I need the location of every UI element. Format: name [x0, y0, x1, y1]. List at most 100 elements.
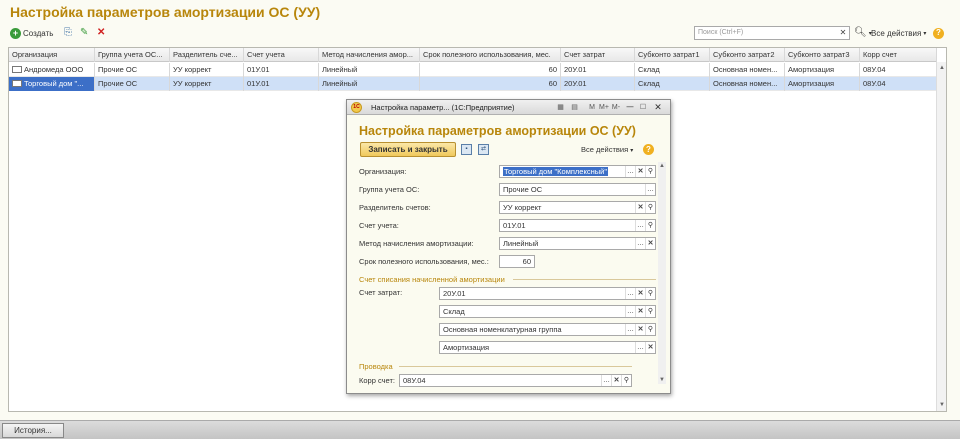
scroll-down-icon[interactable]: ▼	[658, 376, 666, 384]
open-search-icon[interactable]: ⚲	[621, 375, 631, 386]
scroll-up-icon[interactable]: ▲	[938, 64, 946, 72]
open-search-icon[interactable]: ⚲	[645, 166, 655, 177]
save-icon[interactable]: ▪	[461, 144, 472, 155]
account-field[interactable]: 01У.01 … ⚲	[499, 219, 656, 232]
clear-icon[interactable]: ✕	[611, 375, 621, 386]
cost-subconto2-field[interactable]: Основная номенклатурная группа … ✕ ⚲	[439, 323, 656, 336]
scroll-down-icon[interactable]: ▼	[938, 401, 946, 409]
column-header[interactable]: Корр счет	[860, 48, 937, 62]
section-divider	[513, 279, 656, 280]
open-search-icon[interactable]: ⚲	[645, 220, 655, 231]
column-header[interactable]: Субконто затрат3	[785, 48, 860, 62]
column-header[interactable]: Субконто затрат1	[635, 48, 710, 62]
open-search-icon[interactable]: ⚲	[645, 202, 655, 213]
cost-account-value: 20У.01	[443, 289, 466, 298]
table-cell: Основная номен...	[710, 63, 785, 77]
column-header[interactable]: Счет учета	[244, 48, 319, 62]
open-search-icon[interactable]: ⚲	[645, 288, 655, 299]
account-separator-field[interactable]: УУ коррект ✕ ⚲	[499, 201, 656, 214]
calendar-icon[interactable]: ▤	[569, 102, 580, 113]
structure-icon[interactable]: ⇄	[478, 144, 489, 155]
maximize-icon[interactable]: ☐	[638, 102, 648, 113]
dialog-scrollbar[interactable]: ▲ ▼	[658, 162, 666, 384]
clear-icon[interactable]: ✕	[645, 342, 655, 353]
select-button[interactable]: …	[625, 306, 635, 317]
save-and-close-button[interactable]: Записать и закрыть	[360, 142, 456, 157]
status-bar: История...	[0, 420, 960, 439]
record-icon	[12, 65, 22, 73]
memory-plus-button[interactable]: M+	[598, 102, 610, 113]
dialog-titlebar: 1С Настройка параметр... (1С:Предприятие…	[347, 100, 670, 115]
account-label: Счет учета:	[359, 221, 399, 230]
clear-icon[interactable]: ✕	[635, 306, 645, 317]
close-icon[interactable]: ✕	[652, 102, 664, 113]
help-icon: ?	[933, 27, 944, 39]
edit-button[interactable]: ✎	[80, 26, 88, 40]
history-button[interactable]: История...	[2, 423, 64, 438]
search-input[interactable]: Поиск (Ctrl+F) ✕	[694, 26, 850, 40]
cost-subconto1-field[interactable]: Склад … ✕ ⚲	[439, 305, 656, 318]
scroll-up-icon[interactable]: ▲	[658, 162, 666, 170]
depreciation-method-value: Линейный	[503, 239, 539, 248]
column-header[interactable]: Организация	[9, 48, 95, 62]
vertical-scrollbar[interactable]: ▲ ▼	[936, 62, 946, 411]
table-cell: Прочие ОС	[95, 63, 170, 77]
column-header[interactable]: Счет затрат	[561, 48, 635, 62]
select-button[interactable]: …	[645, 184, 655, 195]
asset-group-field[interactable]: Прочие ОС …	[499, 183, 656, 196]
table-cell: Линейный	[319, 63, 420, 77]
all-actions-menu[interactable]: Все действия ▾	[871, 26, 926, 40]
select-button[interactable]: …	[635, 238, 645, 249]
select-button[interactable]: …	[625, 324, 635, 335]
create-button[interactable]: + Создать	[10, 26, 53, 40]
table-cell: Андромеда ООО	[9, 63, 95, 77]
table-row[interactable]: Андромеда ООО Прочие ОС УУ коррект 01У.0…	[9, 63, 937, 77]
memory-minus-button[interactable]: M-	[610, 102, 622, 113]
cost-subconto3-field[interactable]: Амортизация … ✕	[439, 341, 656, 354]
select-button[interactable]: …	[635, 220, 645, 231]
useful-life-field[interactable]: 60	[499, 255, 535, 268]
corr-account-field[interactable]: 08У.04 … ✕ ⚲	[399, 374, 632, 387]
table-cell: Склад	[635, 77, 710, 91]
column-header[interactable]: Срок полезного использования, мес.	[420, 48, 561, 62]
clear-icon[interactable]: ✕	[645, 238, 655, 249]
select-button[interactable]: …	[635, 342, 645, 353]
table-cell: 20У.01	[561, 63, 635, 77]
clear-search-icon[interactable]: ✕	[838, 28, 848, 38]
help-button[interactable]: ?	[933, 26, 944, 40]
record-icon	[12, 79, 22, 87]
open-search-icon[interactable]: ⚲	[645, 324, 655, 335]
table-cell: 01У.01	[244, 63, 319, 77]
copy-button[interactable]: ⎘	[64, 26, 72, 40]
depreciation-method-field[interactable]: Линейный … ✕	[499, 237, 656, 250]
clear-icon[interactable]: ✕	[635, 324, 645, 335]
open-search-icon[interactable]: ⚲	[645, 306, 655, 317]
delete-button[interactable]: ✕	[97, 26, 105, 40]
select-button[interactable]: …	[601, 375, 611, 386]
plus-icon: +	[10, 27, 21, 39]
section-posting: Проводка	[359, 362, 393, 371]
organization-field[interactable]: Торговый дом "Комплексный" … ✕ ⚲	[499, 165, 656, 178]
select-button[interactable]: …	[625, 166, 635, 177]
minimize-icon[interactable]: —	[625, 102, 635, 113]
select-button[interactable]: …	[625, 288, 635, 299]
clear-icon[interactable]: ✕	[635, 202, 645, 213]
table-row-selected[interactable]: Торговый дом "... Прочие ОС УУ коррект 0…	[9, 77, 937, 91]
help-icon[interactable]: ?	[643, 144, 654, 155]
cost-account-field[interactable]: 20У.01 … ✕ ⚲	[439, 287, 656, 300]
clear-icon[interactable]: ✕	[635, 166, 645, 177]
memory-button[interactable]: M	[587, 102, 597, 113]
dialog-heading: Настройка параметров амортизации ОС (УУ)	[359, 124, 636, 138]
dialog-titlebar-text: Настройка параметр... (1С:Предприятие)	[371, 103, 515, 112]
column-header[interactable]: Субконто затрат2	[710, 48, 785, 62]
section-depreciation-writeoff: Счет списания начисленной амортизации	[359, 275, 505, 284]
table-cell: 01У.01	[244, 77, 319, 91]
search-button[interactable]: 🔍︎ ▾	[854, 26, 872, 40]
account-separator-value: УУ коррект	[503, 203, 542, 212]
column-header[interactable]: Метод начисления амор...	[319, 48, 420, 62]
column-header[interactable]: Разделитель сче...	[170, 48, 244, 62]
calc-icon[interactable]: ▦	[555, 102, 566, 113]
clear-icon[interactable]: ✕	[635, 288, 645, 299]
column-header[interactable]: Группа учета ОС...	[95, 48, 170, 62]
dialog-all-actions-menu[interactable]: Все действия ▾	[581, 145, 633, 154]
